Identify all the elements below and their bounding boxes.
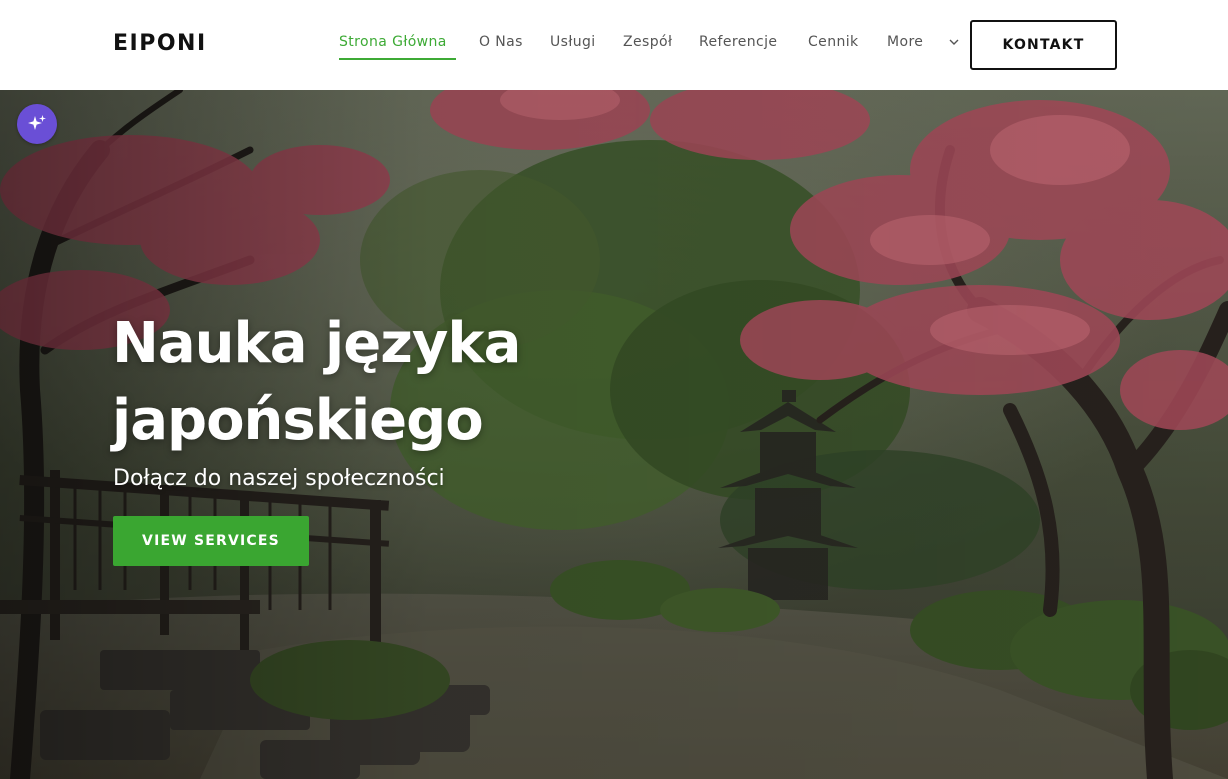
- nav-item-label: Zespół: [623, 34, 673, 50]
- nav-item-label: Cennik: [808, 34, 859, 50]
- hero-subtitle: Dołącz do naszej społeczności: [113, 466, 445, 491]
- chevron-down-icon: [949, 39, 959, 45]
- contact-button-label: KONTAKT: [1002, 37, 1085, 53]
- view-services-button[interactable]: VIEW SERVICES: [113, 516, 309, 566]
- view-services-label: VIEW SERVICES: [142, 533, 280, 549]
- hero-section: Nauka języka japońskiego Dołącz do nasze…: [0, 90, 1228, 779]
- nav-item-referencje[interactable]: Referencje: [699, 34, 777, 50]
- contact-button[interactable]: KONTAKT: [970, 20, 1117, 70]
- active-nav-underline: [339, 58, 456, 60]
- nav-item-label: Strona Główna: [339, 34, 447, 50]
- nav-item-zespol[interactable]: Zespół: [623, 34, 672, 50]
- nav-item-cennik[interactable]: Cennik: [808, 34, 859, 50]
- nav-item-more[interactable]: More: [887, 34, 959, 50]
- nav-item-uslugi[interactable]: Usługi: [550, 34, 596, 50]
- nav-item-label: Referencje: [699, 34, 778, 50]
- nav-item-strona-glowna[interactable]: Strona Główna: [339, 34, 456, 60]
- nav-item-o-nas[interactable]: O Nas: [479, 34, 523, 50]
- nav-item-label: O Nas: [479, 34, 523, 50]
- nav-item-label: Usługi: [550, 34, 596, 50]
- sparkles-icon: [28, 115, 46, 130]
- site-logo[interactable]: EIPONI: [113, 31, 207, 56]
- site-header: EIPONI Strona Główna O Nas Usługi Zespół…: [0, 0, 1228, 90]
- nav-item-label: More: [887, 34, 924, 50]
- magic-ai-button[interactable]: [17, 104, 57, 144]
- hero-title: Nauka języka japońskiego: [112, 311, 521, 453]
